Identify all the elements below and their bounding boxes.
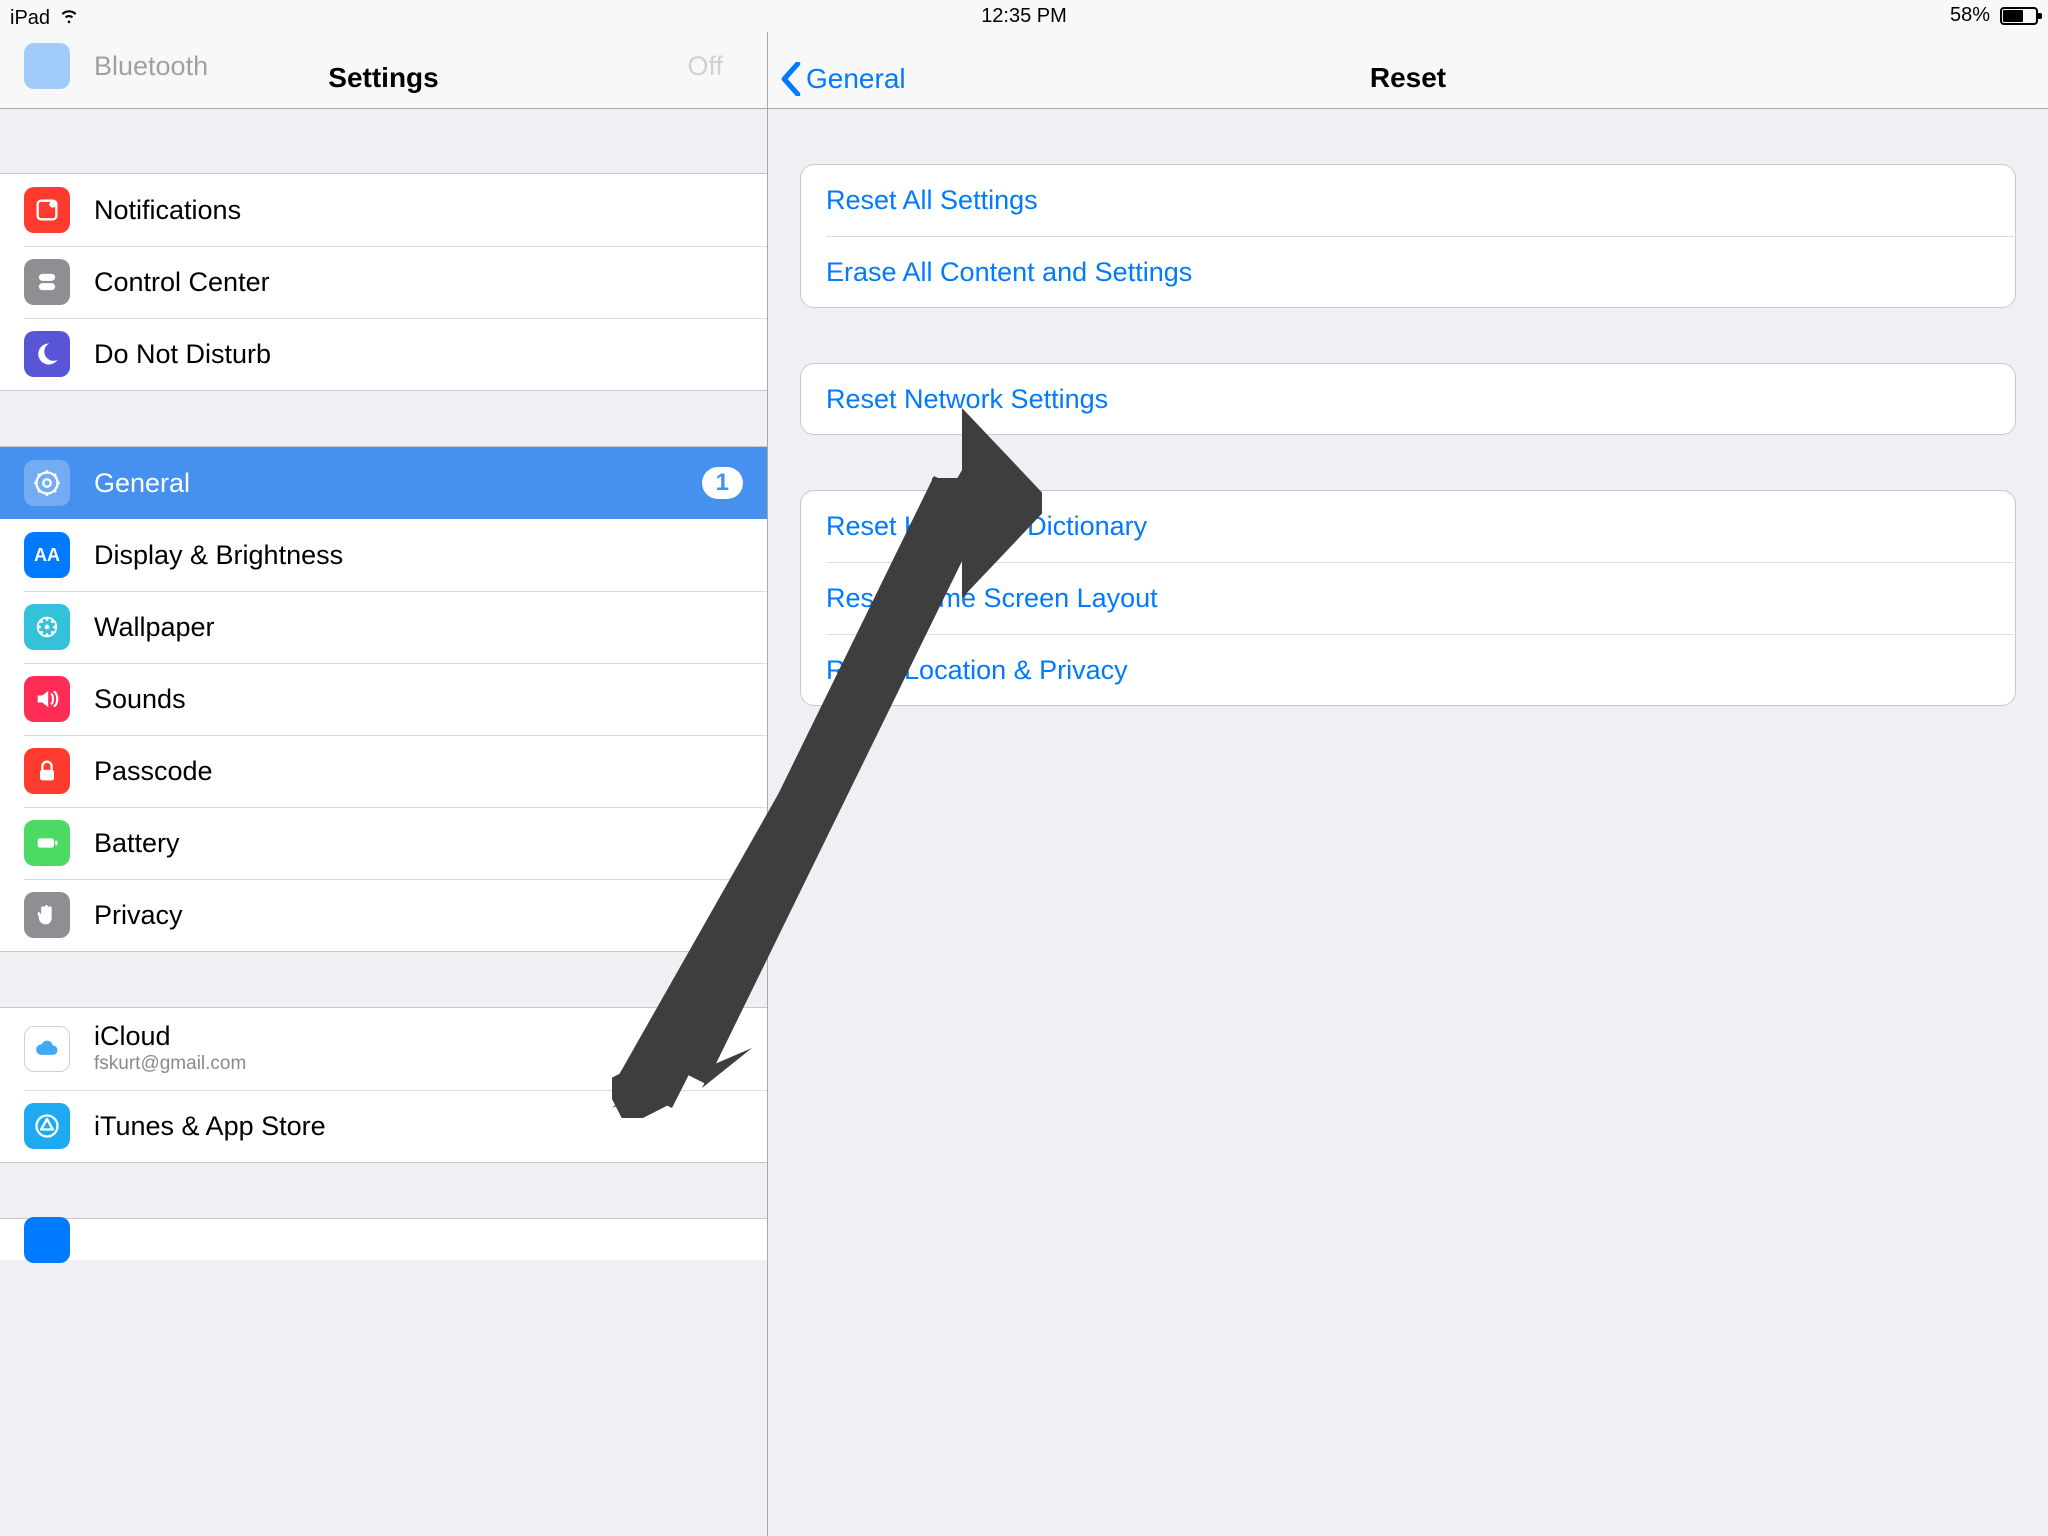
peek-bt-label: Bluetooth <box>94 51 208 82</box>
sidebar-item-sounds[interactable]: Sounds <box>0 663 767 735</box>
label: Reset Location & Privacy <box>826 655 1128 686</box>
reset-home-layout[interactable]: Reset Home Screen Layout <box>800 562 2016 634</box>
control-center-icon <box>24 259 70 305</box>
settings-sidebar: Settings Wi-Fi superhero Bluetooth Off N… <box>0 0 768 1536</box>
reset-keyboard-dictionary[interactable]: Reset Keyboard Dictionary <box>800 490 2016 562</box>
sidebar-item-icloud[interactable]: iCloud fskurt@gmail.com <box>0 1008 767 1090</box>
sidebar-scroll[interactable]: Notifications Control Center Do Not Dist… <box>0 109 767 1536</box>
appstore-icon <box>24 1103 70 1149</box>
hand-icon <box>24 892 70 938</box>
status-right: 58% <box>1950 4 2038 27</box>
label: Display & Brightness <box>94 540 343 571</box>
reset-location-privacy[interactable]: Reset Location & Privacy <box>800 634 2016 706</box>
moon-icon <box>24 331 70 377</box>
reset-all-settings[interactable]: Reset All Settings <box>800 164 2016 236</box>
sidebar-item-itunes[interactable]: iTunes & App Store <box>0 1090 767 1162</box>
gear-icon <box>24 460 70 506</box>
label: iTunes & App Store <box>94 1111 326 1142</box>
battery-icon <box>2000 7 2038 25</box>
general-badge: 1 <box>702 467 743 499</box>
label: Reset Network Settings <box>826 384 1108 415</box>
peek-bt-value: Off <box>687 51 743 82</box>
sidebar-item-general[interactable]: General 1 <box>0 447 767 519</box>
sounds-icon <box>24 676 70 722</box>
label: Control Center <box>94 267 270 298</box>
sidebar-item-passcode[interactable]: Passcode <box>0 735 767 807</box>
sidebar-item-battery[interactable]: Battery <box>0 807 767 879</box>
wallpaper-icon <box>24 604 70 650</box>
label: Notifications <box>94 195 241 226</box>
back-button[interactable]: General <box>780 62 906 96</box>
device-label: iPad <box>10 7 50 30</box>
status-left: iPad <box>10 4 80 32</box>
label: Erase All Content and Settings <box>826 257 1192 288</box>
sidebar-item-privacy[interactable]: Privacy <box>0 879 767 951</box>
sidebar-item-display[interactable]: AA Display & Brightness <box>0 519 767 591</box>
status-bar: iPad 12:35 PM 58% <box>0 0 2048 32</box>
label: Privacy <box>94 900 183 931</box>
label: Reset All Settings <box>826 185 1038 216</box>
reset-network-settings[interactable]: Reset Network Settings <box>800 363 2016 435</box>
label: Passcode <box>94 756 213 787</box>
display-icon: AA <box>24 532 70 578</box>
label: Reset Home Screen Layout <box>826 583 1158 614</box>
detail-title: Reset <box>1370 62 1446 94</box>
label: Battery <box>94 828 180 859</box>
label: Do Not Disturb <box>94 339 271 370</box>
notifications-icon <box>24 187 70 233</box>
cloud-icon <box>24 1026 70 1072</box>
lock-icon <box>24 748 70 794</box>
back-label: General <box>806 63 906 95</box>
icloud-account: fskurt@gmail.com <box>94 1053 246 1076</box>
sidebar-item-control-center[interactable]: Control Center <box>0 246 767 318</box>
label: Wallpaper <box>94 612 215 643</box>
battery-setting-icon <box>24 820 70 866</box>
erase-all-content[interactable]: Erase All Content and Settings <box>800 236 2016 308</box>
status-time: 12:35 PM <box>981 5 1067 28</box>
sidebar-item-notifications[interactable]: Notifications <box>0 174 767 246</box>
label: General <box>94 468 190 499</box>
sidebar-item-dnd[interactable]: Do Not Disturb <box>0 318 767 390</box>
label: iCloud <box>94 1022 246 1052</box>
sidebar-item-wallpaper[interactable]: Wallpaper <box>0 591 767 663</box>
detail-scroll[interactable]: Reset All Settings Erase All Content and… <box>768 109 2048 1536</box>
wifi-icon <box>58 4 80 32</box>
chevron-left-icon <box>780 62 802 96</box>
sidebar-item-partial[interactable] <box>0 1218 767 1260</box>
label: Reset Keyboard Dictionary <box>826 511 1147 542</box>
label: Sounds <box>94 684 186 715</box>
battery-pct: 58% <box>1950 4 1990 27</box>
detail-pane: General Reset Reset All Settings Erase A… <box>768 0 2048 1536</box>
